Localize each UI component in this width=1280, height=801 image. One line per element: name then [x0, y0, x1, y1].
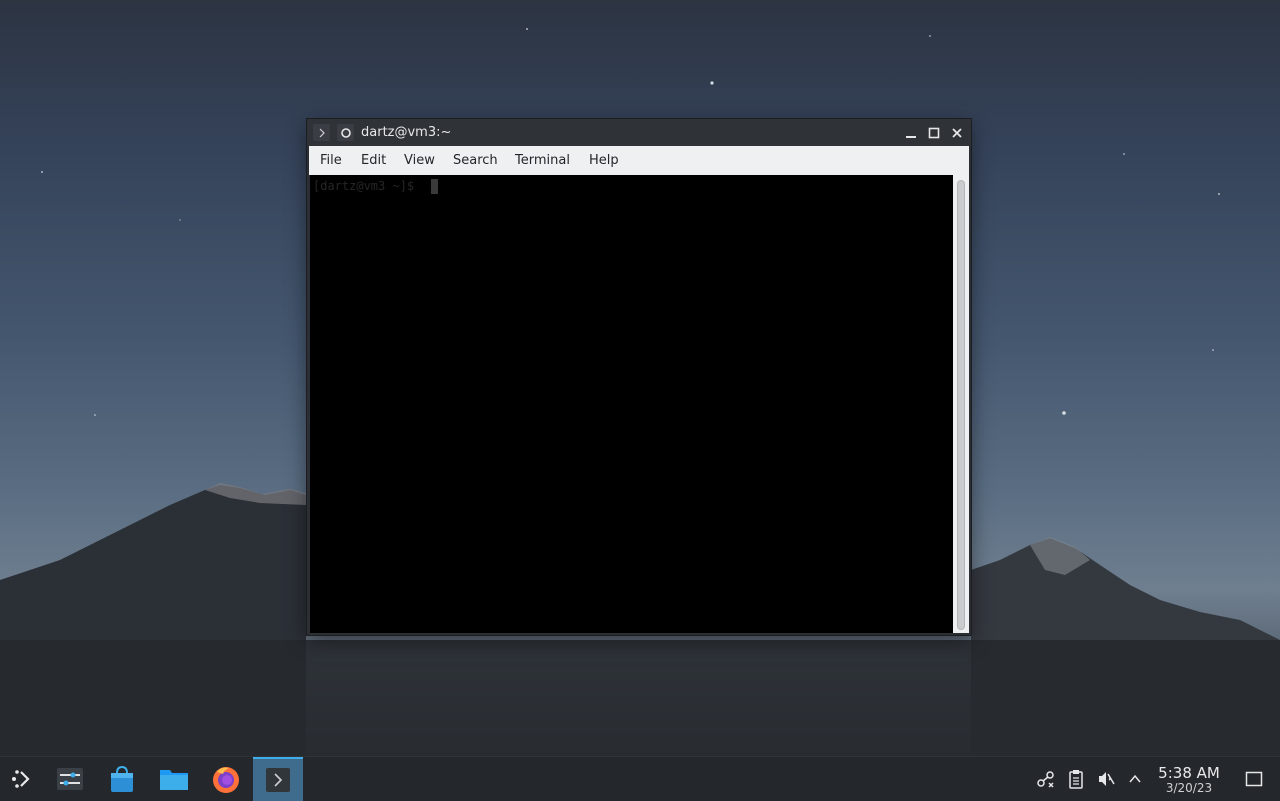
discover-store-icon[interactable]	[100, 757, 144, 801]
terminal-output[interactable]: [dartz@vm3 ~]$	[310, 175, 953, 633]
menu-view[interactable]: View	[404, 153, 435, 168]
menu-edit[interactable]: Edit	[361, 153, 386, 168]
firefox-icon[interactable]	[204, 757, 248, 801]
expand-tray-icon[interactable]	[1125, 769, 1145, 789]
pin-icon[interactable]	[337, 124, 354, 141]
text-cursor	[431, 179, 438, 194]
scrollbar[interactable]	[953, 175, 969, 633]
minimize-button[interactable]	[901, 123, 920, 142]
network-icon[interactable]	[1036, 769, 1056, 789]
clock[interactable]: 5:38 AM 3/20/23	[1152, 765, 1226, 795]
terminal-icon[interactable]	[253, 757, 303, 801]
terminal-window[interactable]: dartz@vm3:~ File Edit View Search Termin…	[307, 119, 971, 635]
shell-prompt: [dartz@vm3 ~]$	[313, 179, 415, 193]
system-settings-icon[interactable]	[48, 757, 92, 801]
show-desktop-icon[interactable]	[1244, 769, 1264, 789]
menu-search[interactable]: Search	[453, 153, 498, 168]
terminal-app-icon[interactable]	[313, 124, 330, 141]
window-title: dartz@vm3:~	[361, 125, 452, 140]
maximize-button[interactable]	[924, 123, 943, 142]
volume-muted-icon[interactable]	[1096, 769, 1116, 789]
application-launcher-icon[interactable]	[0, 757, 44, 801]
file-manager-icon[interactable]	[152, 757, 196, 801]
menu-file[interactable]: File	[320, 153, 342, 168]
taskbar: 5:38 AM 3/20/23	[0, 756, 1280, 801]
scrollbar-thumb[interactable]	[957, 180, 965, 630]
title-bar[interactable]: dartz@vm3:~	[307, 119, 971, 146]
clock-time: 5:38 AM	[1158, 764, 1220, 782]
menu-help[interactable]: Help	[589, 153, 619, 168]
close-button[interactable]	[947, 123, 966, 142]
menu-terminal[interactable]: Terminal	[515, 153, 570, 168]
menu-bar: File Edit View Search Terminal Help	[309, 146, 969, 175]
clipboard-icon[interactable]	[1066, 769, 1086, 789]
clock-date: 3/20/23	[1165, 781, 1213, 795]
